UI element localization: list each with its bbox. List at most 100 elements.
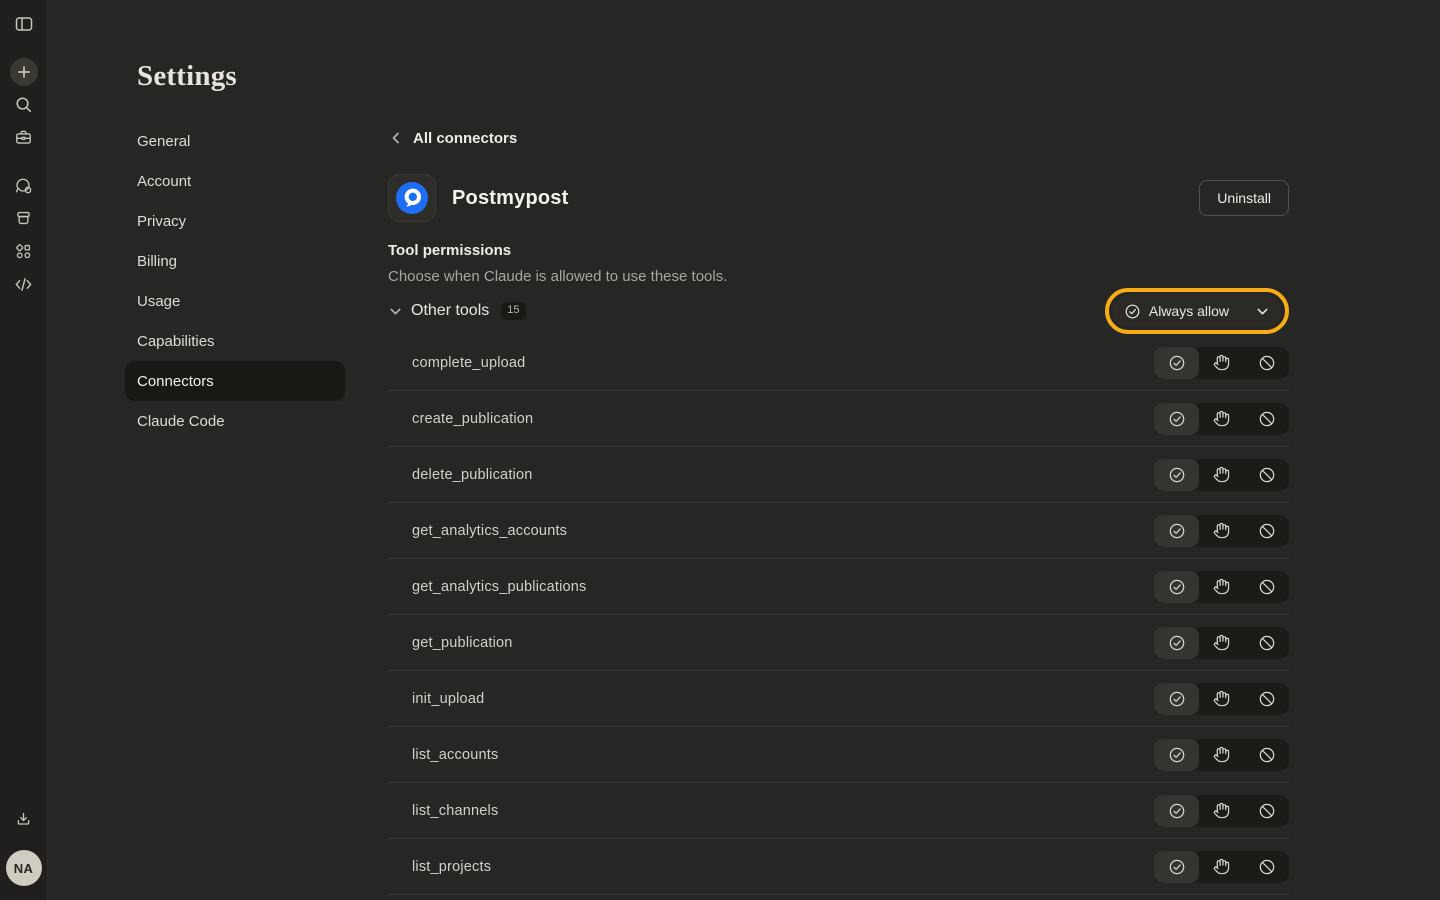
toolbox-icon[interactable] xyxy=(8,121,40,153)
search-icon[interactable] xyxy=(8,88,40,120)
ban-icon xyxy=(1258,802,1276,820)
chevron-left-icon xyxy=(388,130,404,146)
deny-button[interactable] xyxy=(1244,571,1289,603)
ban-icon xyxy=(1258,634,1276,652)
connectors-grid-icon[interactable] xyxy=(8,235,40,267)
back-to-all-connectors[interactable]: All connectors xyxy=(388,122,517,154)
allow-button[interactable] xyxy=(1154,627,1199,659)
sidebar-item-label: Connectors xyxy=(137,373,214,390)
artifacts-box-icon[interactable] xyxy=(8,202,40,234)
hand-icon xyxy=(1213,690,1230,707)
hand-icon xyxy=(1213,634,1230,651)
tool-name: list_accounts xyxy=(388,747,498,763)
deny-button[interactable] xyxy=(1244,515,1289,547)
tool-row: get_publication xyxy=(388,615,1289,671)
other-tools-toggle[interactable]: Other tools 15 xyxy=(388,302,526,320)
deny-button[interactable] xyxy=(1244,739,1289,771)
sidebar-item-label: Capabilities xyxy=(137,333,215,350)
tool-name: init_upload xyxy=(388,691,484,707)
sidebar-item-general[interactable]: General xyxy=(125,121,345,161)
ask-permission-button[interactable] xyxy=(1199,403,1244,435)
sidebar-item-claude-code[interactable]: Claude Code xyxy=(125,401,345,441)
permission-segmented-control xyxy=(1154,571,1289,603)
settings-sidebar: Settings General Account Privacy Billing… xyxy=(48,0,388,900)
ban-icon xyxy=(1258,578,1276,596)
allow-button[interactable] xyxy=(1154,459,1199,491)
ban-icon xyxy=(1258,746,1276,764)
deny-button[interactable] xyxy=(1244,627,1289,659)
hand-icon xyxy=(1213,858,1230,875)
ask-permission-button[interactable] xyxy=(1199,627,1244,659)
tool-row: create_publication xyxy=(388,391,1289,447)
tool-name: list_projects xyxy=(388,859,491,875)
avatar[interactable]: NA xyxy=(6,850,42,886)
sidebar-item-capabilities[interactable]: Capabilities xyxy=(125,321,345,361)
deny-button[interactable] xyxy=(1244,795,1289,827)
allow-button[interactable] xyxy=(1154,347,1199,379)
ask-permission-button[interactable] xyxy=(1199,739,1244,771)
allow-button[interactable] xyxy=(1154,403,1199,435)
allow-button[interactable] xyxy=(1154,795,1199,827)
sidebar-item-label: General xyxy=(137,133,190,150)
sidebar-item-usage[interactable]: Usage xyxy=(125,281,345,321)
deny-button[interactable] xyxy=(1244,459,1289,491)
permission-segmented-control xyxy=(1154,739,1289,771)
check-circle-icon xyxy=(1168,802,1186,820)
deny-button[interactable] xyxy=(1244,851,1289,883)
ask-permission-button[interactable] xyxy=(1199,347,1244,379)
ask-permission-button[interactable] xyxy=(1199,459,1244,491)
tool-row: get_analytics_accounts xyxy=(388,503,1289,559)
sidebar-item-account[interactable]: Account xyxy=(125,161,345,201)
allow-button[interactable] xyxy=(1154,515,1199,547)
sidebar-item-billing[interactable]: Billing xyxy=(125,241,345,281)
tool-row: delete_publication xyxy=(388,447,1289,503)
allow-button[interactable] xyxy=(1154,571,1199,603)
tool-row: get_analytics_publications xyxy=(388,559,1289,615)
check-circle-icon xyxy=(1168,690,1186,708)
sidebar-item-connectors[interactable]: Connectors xyxy=(125,361,345,401)
ask-permission-button[interactable] xyxy=(1199,571,1244,603)
allow-button[interactable] xyxy=(1154,683,1199,715)
deny-button[interactable] xyxy=(1244,347,1289,379)
permission-segmented-control xyxy=(1154,459,1289,491)
other-tools-label: Other tools xyxy=(411,302,489,320)
allow-button[interactable] xyxy=(1154,739,1199,771)
connector-name: Postmypost xyxy=(452,187,568,210)
uninstall-button[interactable]: Uninstall xyxy=(1199,180,1289,216)
allow-button[interactable] xyxy=(1154,851,1199,883)
hand-icon xyxy=(1213,802,1230,819)
tool-row: list_projects xyxy=(388,839,1289,895)
tool-list: complete_upload create_publication xyxy=(388,335,1289,895)
chats-icon[interactable] xyxy=(8,170,40,202)
tool-row: complete_upload xyxy=(388,335,1289,391)
permission-segmented-control xyxy=(1154,627,1289,659)
new-chat-plus-icon[interactable] xyxy=(8,56,40,88)
check-circle-icon xyxy=(1168,578,1186,596)
check-circle-icon xyxy=(1124,303,1141,320)
ask-permission-button[interactable] xyxy=(1199,515,1244,547)
ask-permission-button[interactable] xyxy=(1199,795,1244,827)
deny-button[interactable] xyxy=(1244,403,1289,435)
check-circle-icon xyxy=(1168,522,1186,540)
download-icon[interactable] xyxy=(8,803,40,835)
code-icon[interactable] xyxy=(8,268,40,300)
hand-icon xyxy=(1213,522,1230,539)
sidebar-item-privacy[interactable]: Privacy xyxy=(125,201,345,241)
check-circle-icon xyxy=(1168,410,1186,428)
hand-icon xyxy=(1213,746,1230,763)
sidebar-item-label: Billing xyxy=(137,253,177,270)
permission-segmented-control xyxy=(1154,795,1289,827)
tool-row: init_upload xyxy=(388,671,1289,727)
ban-icon xyxy=(1258,690,1276,708)
deny-button[interactable] xyxy=(1244,683,1289,715)
ban-icon xyxy=(1258,354,1276,372)
ask-permission-button[interactable] xyxy=(1199,683,1244,715)
tool-name: complete_upload xyxy=(388,355,525,371)
tool-name: get_publication xyxy=(388,635,513,651)
plus-circle xyxy=(10,58,38,86)
ask-permission-button[interactable] xyxy=(1199,851,1244,883)
tool-name: get_analytics_publications xyxy=(388,579,586,595)
permission-segmented-control xyxy=(1154,347,1289,379)
group-permission-dropdown[interactable]: Always allow xyxy=(1112,295,1282,327)
sidebar-toggle-icon[interactable] xyxy=(8,8,40,40)
